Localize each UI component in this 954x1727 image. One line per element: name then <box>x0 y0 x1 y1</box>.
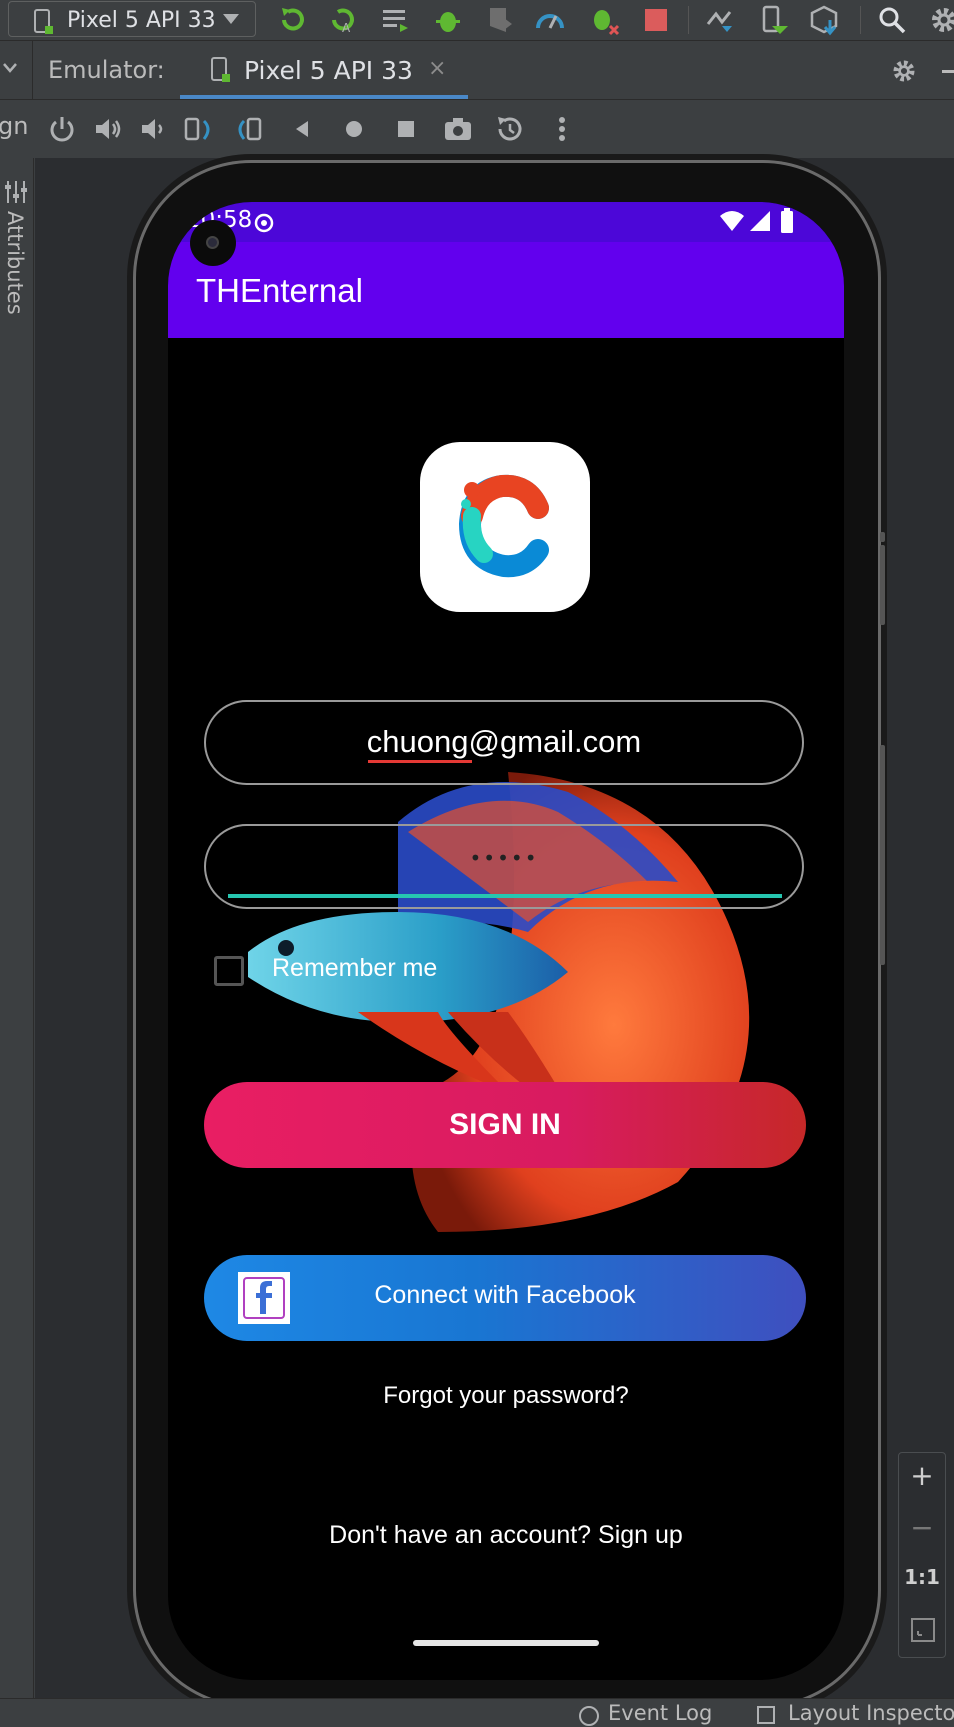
spellcheck-underline <box>368 760 472 763</box>
settings-icon[interactable] <box>928 4 954 36</box>
layout-inspector-button[interactable]: Layout Inspector <box>788 1701 954 1725</box>
android-status-bar: 10:58 <box>168 202 844 242</box>
ide-status-bar: Event Log Layout Inspector <box>0 1698 954 1726</box>
sdk-manager-icon[interactable] <box>808 4 840 36</box>
device-selector-label: Pixel 5 API 33 <box>67 8 216 33</box>
zoom-controls: + − 1:1 <box>898 1452 946 1658</box>
stop-icon[interactable] <box>640 4 672 36</box>
notification-icon <box>254 213 274 233</box>
attach-profiler-icon[interactable] <box>588 4 620 36</box>
truncated-label: gn <box>0 112 29 140</box>
divider <box>32 41 33 101</box>
chevron-down-icon <box>223 14 239 24</box>
power-side-button <box>880 545 885 625</box>
screenshot-icon[interactable] <box>442 113 474 145</box>
tab-pixel-5-api-33[interactable]: Pixel 5 API 33 × <box>210 41 468 99</box>
app-bar: THEnternal <box>168 242 844 338</box>
chevron-down-icon[interactable] <box>2 61 18 75</box>
wifi-icon <box>720 211 744 231</box>
minimize-icon[interactable] <box>942 70 954 73</box>
tab-label: Pixel 5 API 33 <box>244 56 413 85</box>
left-tool-strip <box>0 158 34 1698</box>
apply-changes-icon[interactable] <box>276 4 308 36</box>
gesture-home-indicator[interactable] <box>413 1640 599 1646</box>
attach-debugger-icon[interactable] <box>484 4 516 36</box>
attributes-tab-label: Attributes <box>3 211 27 315</box>
phone-screen: 10:58 THEnternal <box>168 202 844 1680</box>
zoom-out-button[interactable]: − <box>899 1511 945 1544</box>
facebook-button-label: Connect with Facebook <box>374 1281 636 1309</box>
forgot-password-link[interactable]: Forgot your password? <box>168 1382 844 1410</box>
event-log-icon <box>579 1706 599 1726</box>
device-icon <box>211 57 230 82</box>
front-camera <box>190 220 236 266</box>
search-icon[interactable] <box>876 4 908 36</box>
gear-icon[interactable] <box>890 57 918 85</box>
email-field[interactable]: chuong@gmail.com <box>204 700 804 785</box>
sliders-icon <box>5 181 27 203</box>
debug-icon[interactable] <box>432 4 464 36</box>
active-tab-indicator <box>180 95 468 99</box>
volume-up-icon[interactable] <box>92 113 124 145</box>
actual-size-button[interactable]: 1:1 <box>899 1565 945 1589</box>
phone-button <box>880 532 885 542</box>
device-manager-icon[interactable] <box>758 4 790 36</box>
overview-icon[interactable] <box>390 113 422 145</box>
ide-main-toolbar: Pixel 5 API 33 A <box>0 0 954 40</box>
fit-screen-icon[interactable] <box>910 1617 936 1643</box>
toolbar-separator <box>860 6 861 34</box>
toolbar-separator <box>688 6 689 34</box>
attributes-tab[interactable]: Attributes <box>0 175 34 335</box>
event-log-button[interactable]: Event Log <box>608 1701 712 1725</box>
close-icon[interactable]: × <box>428 56 446 81</box>
power-icon[interactable] <box>46 113 78 145</box>
sign-up-link[interactable]: Don't have an account? Sign up <box>168 1521 844 1550</box>
emulator-tab-bar: Emulator: Pixel 5 API 33 × <box>0 40 954 101</box>
focus-underline <box>228 894 782 898</box>
snapshot-icon[interactable] <box>494 113 526 145</box>
app-logo <box>420 442 590 612</box>
remember-me-checkbox[interactable] <box>214 956 244 986</box>
facebook-connect-button[interactable]: Connect with Facebook <box>204 1255 806 1341</box>
device-selector[interactable]: Pixel 5 API 33 <box>8 1 256 37</box>
password-field[interactable]: ••••• <box>204 824 804 909</box>
back-icon[interactable] <box>286 113 318 145</box>
profiler-icon[interactable] <box>534 4 566 36</box>
remember-me-label: Remember me <box>272 954 438 982</box>
battery-icon <box>781 208 793 233</box>
sync-icon[interactable] <box>704 4 736 36</box>
zoom-in-button[interactable]: + <box>899 1459 945 1492</box>
app-title: THEnternal <box>196 272 363 309</box>
device-icon <box>34 9 53 34</box>
sign-in-button[interactable]: SIGN IN <box>204 1082 806 1168</box>
volume-side-button <box>880 745 885 965</box>
emulator-controls-toolbar: gn <box>0 100 954 158</box>
more-icon[interactable] <box>546 113 578 145</box>
logo-c-icon <box>458 474 549 578</box>
email-value: chuong@gmail.com <box>366 724 642 759</box>
home-icon[interactable] <box>338 113 370 145</box>
signal-icon <box>750 211 770 231</box>
rotate-left-icon[interactable] <box>182 113 214 145</box>
password-mask: ••••• <box>469 846 539 870</box>
layout-inspector-icon <box>757 1706 775 1724</box>
svg-text:A: A <box>342 21 351 35</box>
logcat-icon[interactable] <box>380 4 412 36</box>
emulator-label: Emulator: <box>48 56 165 84</box>
apply-code-changes-icon[interactable]: A <box>326 4 358 36</box>
rotate-right-icon[interactable] <box>234 113 266 145</box>
volume-down-icon[interactable] <box>136 113 168 145</box>
